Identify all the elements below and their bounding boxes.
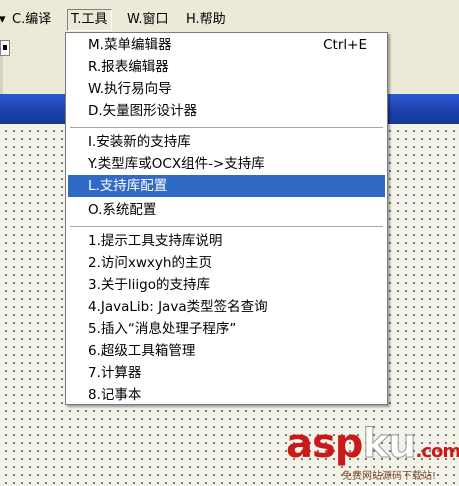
menu-separator (70, 127, 383, 128)
menu-item-label: 4.JavaLib: Java类型签名查询 (88, 299, 268, 315)
brand-part-b: ku (362, 421, 417, 468)
menu-item-wizard[interactable]: W.执行易向导 (68, 78, 385, 100)
panel-edge (0, 56, 3, 96)
menu-separator (70, 226, 383, 227)
toolbar-button[interactable] (0, 40, 10, 56)
menu-item-label: 6.超级工具箱管理 (88, 343, 196, 359)
menu-item-vector-designer[interactable]: D.矢量图形设计器 (68, 100, 385, 122)
menu-item-label: 7.计算器 (88, 365, 142, 381)
menu-item-label: 5.插入“消息处理子程序” (88, 321, 237, 337)
watermark-subtitle: 免费网站源码下载站! (342, 471, 437, 482)
menu-item-label: Y.类型库或OCX组件->支持库 (88, 156, 265, 172)
menu-item-typelib-ocx[interactable]: Y.类型库或OCX组件->支持库 (68, 153, 385, 175)
tools-dropdown-menu: M.菜单编辑器 Ctrl+E R.报表编辑器 W.执行易向导 D.矢量图形设计器… (65, 32, 388, 405)
menu-tools[interactable]: T.工具 (67, 9, 112, 31)
menu-item-insert-handler[interactable]: 5.插入“消息处理子程序” (68, 318, 385, 340)
menu-help[interactable]: H.帮助 (183, 10, 229, 30)
menu-item-label: I.安装新的支持库 (88, 134, 191, 150)
menu-item-library-config[interactable]: L.支持库配置 (68, 175, 385, 197)
menu-item-calculator[interactable]: 7.计算器 (68, 362, 385, 384)
menu-item-label: 8.记事本 (88, 387, 142, 403)
menu-item-javalib[interactable]: 4.JavaLib: Java类型签名查询 (68, 296, 385, 318)
menubar-item-prev[interactable]: ▾ (0, 10, 9, 30)
watermark-logo: aspku.com 免费网站源码下载站! (286, 420, 459, 484)
menu-item-about-liigo[interactable]: 3.关于liigo的支持库 (68, 274, 385, 296)
menubar: ▾ C.编译 T.工具 W.窗口 H.帮助 (0, 0, 459, 36)
brand-part-a: asp (286, 421, 363, 467)
menu-item-label: 2.访问xwxyh的主页 (88, 255, 212, 271)
menu-item-super-toolbox[interactable]: 6.超级工具箱管理 (68, 340, 385, 362)
menu-item-label: M.菜单编辑器 (88, 37, 172, 53)
menu-item-label: D.矢量图形设计器 (88, 103, 198, 119)
menu-item-label: O.系统配置 (88, 202, 157, 218)
toolbar-dot-icon (3, 45, 7, 50)
menu-item-label: 1.提示工具支持库说明 (88, 233, 223, 249)
brand-part-c: .com (415, 441, 459, 462)
menu-item-report-editor[interactable]: R.报表编辑器 (68, 56, 385, 78)
menu-item-shortcut: Ctrl+E (323, 37, 367, 53)
menu-item-label: R.报表编辑器 (88, 59, 169, 75)
menu-item-system-config[interactable]: O.系统配置 (68, 199, 385, 221)
menu-item-label: W.执行易向导 (88, 81, 172, 97)
menu-item-menu-editor[interactable]: M.菜单编辑器 Ctrl+E (68, 34, 385, 56)
menu-item-label: 3.关于liigo的支持库 (88, 277, 210, 293)
menu-compile[interactable]: C.编译 (9, 10, 54, 30)
menu-item-tool-help[interactable]: 1.提示工具支持库说明 (68, 230, 385, 252)
menu-item-install-library[interactable]: I.安装新的支持库 (68, 131, 385, 153)
menu-item-notepad[interactable]: 8.记事本 (68, 384, 385, 406)
menu-item-visit-homepage[interactable]: 2.访问xwxyh的主页 (68, 252, 385, 274)
menu-window[interactable]: W.窗口 (124, 10, 172, 30)
menu-item-label: L.支持库配置 (88, 178, 168, 194)
